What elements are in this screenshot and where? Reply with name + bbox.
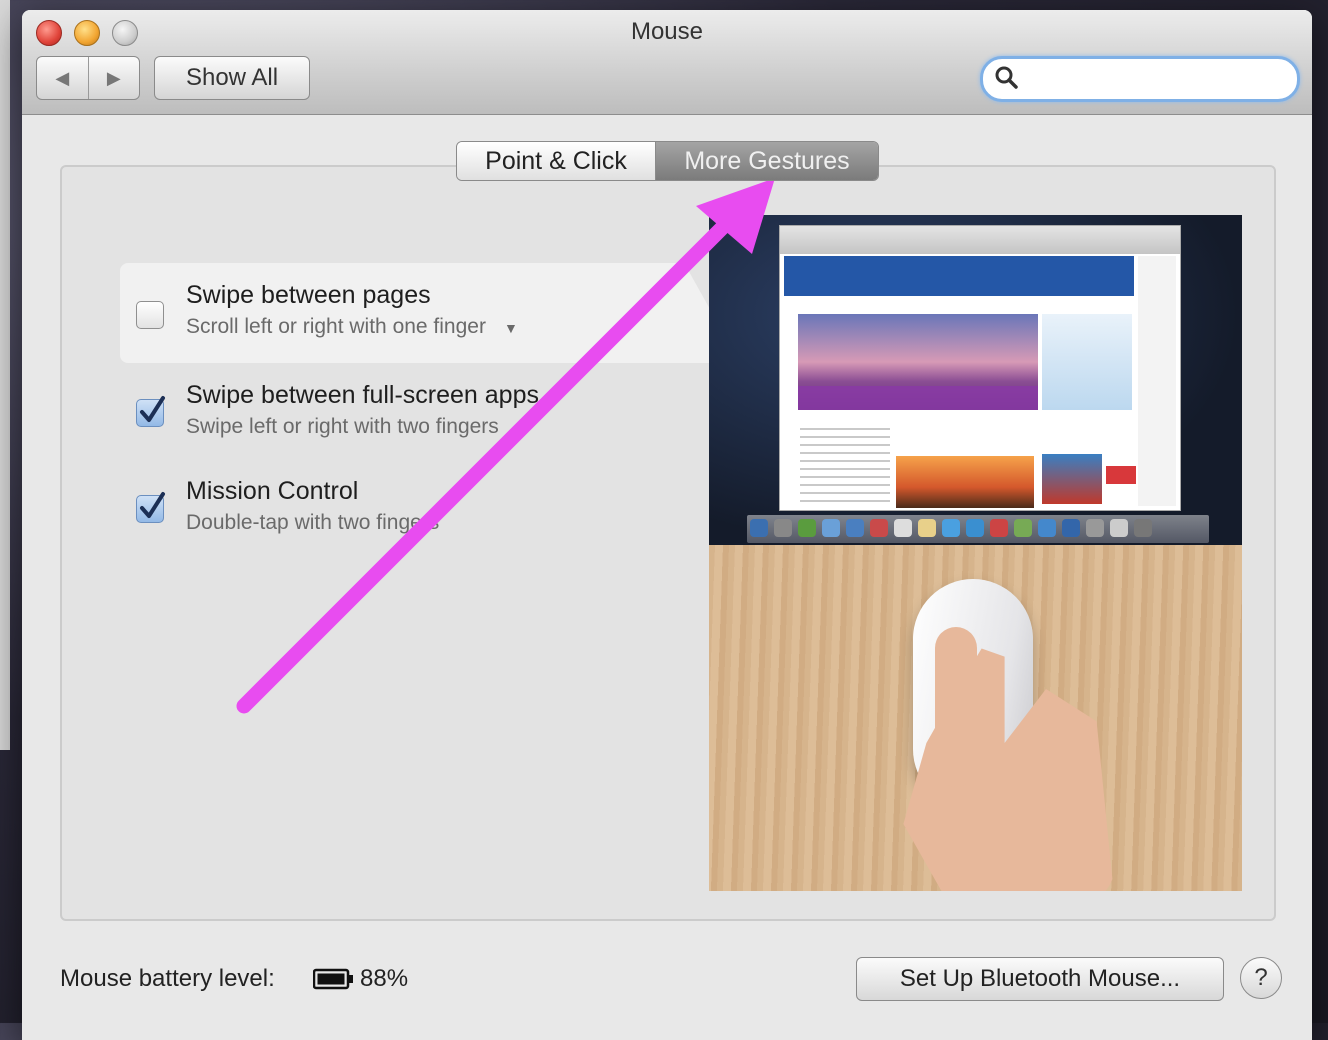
gesture-mission-control[interactable]: Mission Control Double-tap with two fing…: [120, 459, 720, 555]
gesture-description: Scroll left or right with one finger ▼: [186, 315, 518, 339]
tab-point-and-click[interactable]: Point & Click: [457, 142, 656, 180]
checkmark-icon: [140, 396, 165, 422]
gesture-title: Swipe between pages: [186, 281, 431, 309]
gesture-swipe-between-pages[interactable]: Swipe between pages Scroll left or right…: [120, 263, 720, 363]
desktop-background: [0, 0, 10, 750]
set-up-bluetooth-mouse-button[interactable]: Set Up Bluetooth Mouse...: [856, 957, 1224, 1001]
search-icon: [995, 66, 1018, 89]
search-field[interactable]: [980, 56, 1300, 102]
forward-button[interactable]: ▶: [89, 57, 140, 99]
checkmark-icon: [140, 492, 165, 518]
swipe-full-screen-checkbox[interactable]: [136, 396, 165, 427]
swipe-pages-checkbox[interactable]: [136, 301, 164, 329]
finger-image: [935, 627, 977, 787]
battery-label: Mouse battery level:: [60, 965, 275, 992]
title-bar: Mouse ◀ ▶ Show All: [22, 10, 1312, 115]
gesture-description: Double-tap with two fingers: [186, 511, 440, 534]
gesture-description-text: Scroll left or right with one finger: [186, 315, 486, 338]
dropdown-caret-icon[interactable]: ▼: [504, 320, 518, 336]
back-button[interactable]: ◀: [37, 57, 89, 99]
preview-screen-image: [709, 215, 1242, 545]
tab-more-gestures[interactable]: More Gestures: [656, 142, 878, 180]
search-input[interactable]: [1027, 63, 1281, 93]
gesture-description: Swipe left or right with two fingers: [186, 415, 499, 438]
tab-bar: Point & Click More Gestures: [456, 141, 879, 181]
gesture-preview-video: [709, 215, 1242, 891]
mission-control-checkbox[interactable]: [136, 492, 165, 523]
battery-level-value: 88%: [360, 965, 409, 992]
preview-dock-image: [747, 515, 1209, 543]
gesture-title: Swipe between full-screen apps: [186, 381, 539, 409]
mouse-preferences-window: Mouse ◀ ▶ Show All Point & Click More Ge…: [22, 10, 1312, 1040]
window-title: Mouse: [630, 18, 704, 45]
gesture-title: Mission Control: [186, 477, 359, 505]
battery-icon: [313, 968, 353, 990]
preview-browser-image: [779, 225, 1181, 511]
footer-bar: Mouse battery level: 88% Set Up Bluetoot…: [22, 945, 1312, 1025]
gesture-swipe-full-screen-apps[interactable]: Swipe between full-screen apps Swipe lef…: [120, 363, 720, 459]
preferences-content: Point & Click More Gestures Swipe betwee…: [22, 115, 1312, 1040]
show-all-button[interactable]: Show All: [154, 56, 310, 100]
back-forward-control: ◀ ▶: [36, 56, 140, 100]
help-button[interactable]: ?: [1240, 957, 1282, 999]
